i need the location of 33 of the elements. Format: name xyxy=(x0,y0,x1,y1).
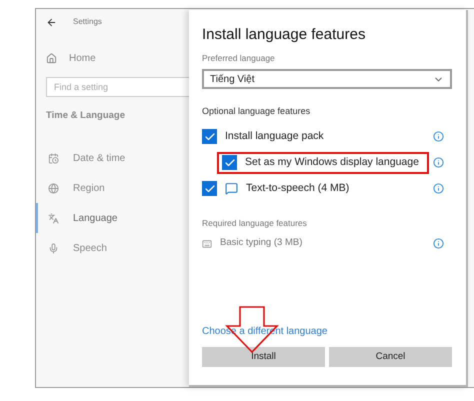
checkbox[interactable] xyxy=(222,155,237,170)
back-icon[interactable] xyxy=(46,16,57,28)
info-icon[interactable] xyxy=(433,131,444,142)
home-icon xyxy=(46,52,57,64)
globe-icon xyxy=(48,182,59,194)
window-title: Settings xyxy=(73,16,102,28)
field-label: Preferred language xyxy=(202,52,276,64)
microphone-icon xyxy=(48,242,59,254)
keyboard-icon xyxy=(202,238,212,248)
feature-label: Install language pack xyxy=(225,128,324,144)
info-icon[interactable] xyxy=(433,238,444,249)
speech-bubble-icon xyxy=(225,182,238,196)
home-link[interactable]: Home xyxy=(69,50,96,66)
sidebar-item[interactable]: Region xyxy=(36,173,191,204)
info-icon[interactable] xyxy=(433,157,444,168)
dialog-title: Install language features xyxy=(202,25,366,45)
language-dropdown[interactable]: Tiếng Việt xyxy=(202,69,452,90)
feature-label: Basic typing (3 MB) xyxy=(220,236,304,250)
sidebar-item[interactable]: Date & time xyxy=(36,143,191,174)
search-field[interactable]: Find a setting xyxy=(46,77,192,97)
calendar-icon xyxy=(48,152,59,164)
language-icon xyxy=(48,212,59,224)
section-heading: Time & Language xyxy=(45,109,126,123)
feature-label: Text-to-speech (4 MB) xyxy=(246,180,350,196)
checkbox[interactable] xyxy=(202,181,217,196)
checkbox[interactable] xyxy=(202,129,217,144)
section-heading: Optional language features xyxy=(202,105,312,118)
feature-label: Set as my Windows display language xyxy=(245,154,419,170)
sidebar-item[interactable]: Speech xyxy=(36,233,191,264)
info-icon[interactable] xyxy=(433,183,444,194)
install-button[interactable]: Install xyxy=(202,347,325,367)
cancel-button[interactable]: Cancel xyxy=(329,347,452,367)
section-heading: Required language features xyxy=(202,216,308,230)
